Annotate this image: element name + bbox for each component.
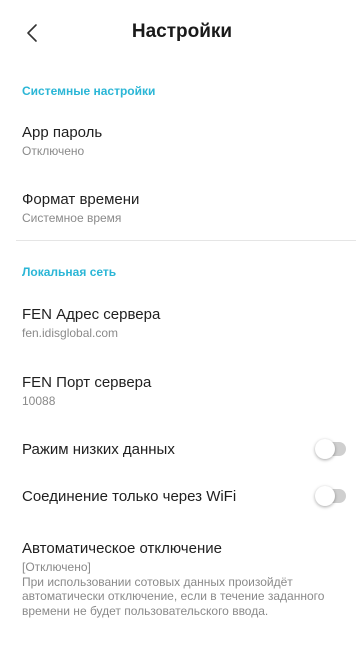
section-divider — [16, 240, 356, 241]
section-title-system: Системные настройки — [22, 84, 156, 98]
setting-label: Формат времени — [22, 191, 140, 208]
setting-app-password[interactable]: App пароль Отключено — [22, 124, 364, 159]
setting-label: Автоматическое отключение — [22, 540, 222, 557]
setting-value: Системное время — [22, 211, 122, 225]
setting-value: Отключено — [22, 144, 85, 158]
page-title: Настройки — [131, 21, 233, 42]
section-title-network: Локальная сеть — [22, 265, 117, 279]
setting-auto-off[interactable]: Автоматическое отключение [Отключено] Пр… — [22, 540, 344, 618]
setting-value: fen.idisglobal.com — [22, 326, 119, 340]
toggle-knob — [315, 486, 335, 506]
wifi-only-toggle[interactable] — [315, 486, 346, 506]
setting-value: [Отключено] — [22, 560, 91, 574]
setting-server-port[interactable]: FEN Порт сервера 10088 — [22, 374, 364, 409]
toggle-knob — [315, 439, 335, 459]
setting-label: FEN Адрес сервера — [22, 306, 161, 323]
setting-server-address[interactable]: FEN Адрес сервера fen.idisglobal.com — [22, 306, 364, 341]
setting-low-data-mode[interactable]: Ражим низких данных — [22, 438, 364, 462]
setting-wifi-only[interactable]: Соединение только через WiFi — [22, 485, 364, 509]
setting-label: FEN Порт сервера — [22, 374, 152, 391]
setting-time-format[interactable]: Формат времени Системное время — [22, 191, 364, 226]
setting-label: Соединение только через WiFi — [22, 488, 237, 505]
setting-description: При использовании сотовых данных произой… — [22, 574, 325, 618]
header: Настройки — [0, 0, 364, 70]
setting-label: Ражим низких данных — [22, 441, 175, 458]
setting-label: App пароль — [22, 124, 103, 141]
low-data-mode-toggle[interactable] — [315, 439, 346, 459]
setting-value: 10088 — [22, 394, 56, 408]
